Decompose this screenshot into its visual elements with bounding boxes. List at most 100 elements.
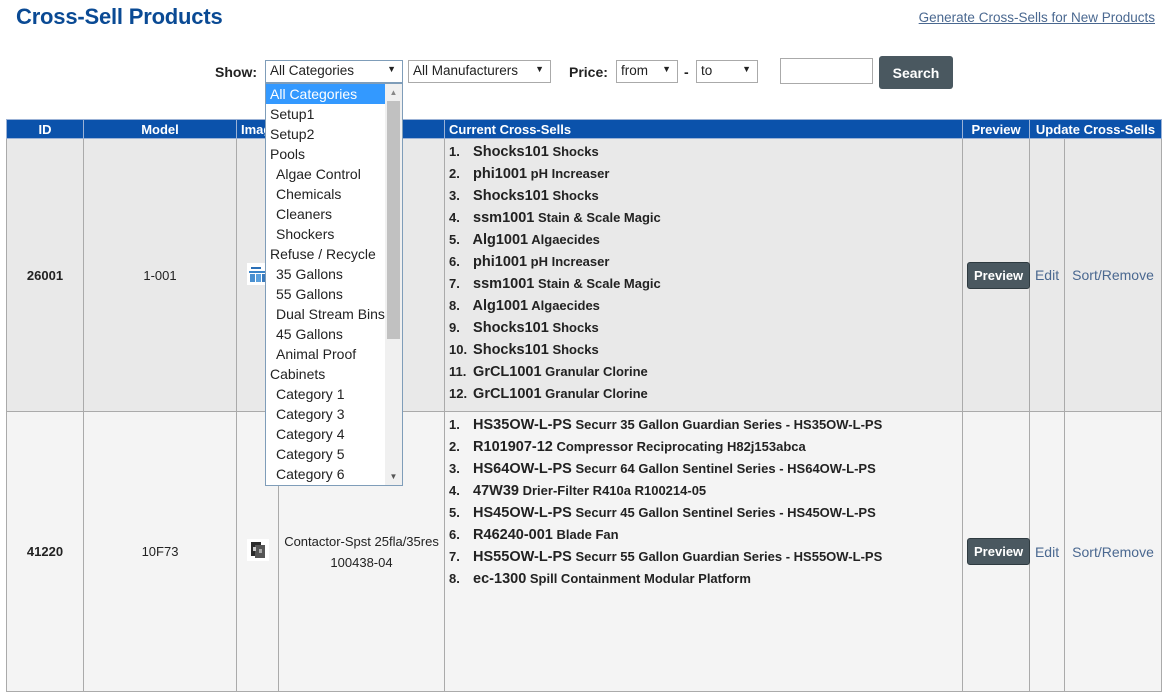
- cross-sell-model: GrCL1001: [469, 386, 542, 402]
- cross-sell-number: 6.: [449, 527, 460, 542]
- price-to-value: to: [701, 63, 713, 78]
- edit-cell: Edit: [1029, 138, 1066, 412]
- filter-bar: Show: All Categories ▼ All Manufacturers…: [0, 56, 1169, 90]
- product-name: Contactor-Spst 25fla/35res: [284, 533, 439, 549]
- manufacturer-select[interactable]: All Manufacturers ▼: [408, 60, 551, 83]
- cross-sell-name: Shocks: [548, 320, 599, 335]
- cross-sell-number: 12.: [449, 386, 468, 401]
- cross-sell-model: 47W39: [469, 483, 519, 499]
- preview-button[interactable]: Preview: [967, 261, 1031, 289]
- cross-sell-name: Securr 35 Gallon Guardian Series - HS35O…: [571, 417, 883, 432]
- cross-sell-list: 1. HS35OW-L-PS Securr 35 Gallon Guardian…: [449, 414, 958, 590]
- edit-link[interactable]: Edit: [1035, 544, 1059, 560]
- cross-sell-table: ID Model Image Current Cross-Sells Previ…: [6, 119, 1163, 692]
- scroll-down-icon[interactable]: ▼: [385, 468, 402, 485]
- cross-sell-number: 1.: [449, 144, 460, 159]
- category-option[interactable]: 55 Gallons: [266, 284, 386, 304]
- cross-sell-model: HS55OW-L-PS: [469, 549, 572, 565]
- cross-sell-number: 3.: [449, 188, 460, 203]
- cross-sell-number: 2.: [449, 166, 460, 181]
- search-button[interactable]: Search: [879, 56, 953, 89]
- cross-sell-item: 4. ssm1001 Stain & Scale Magic: [449, 207, 958, 229]
- cross-sell-model: phi1001: [469, 254, 528, 270]
- category-option[interactable]: Cleaners: [266, 204, 386, 224]
- contactor-thumbnail-icon: [246, 539, 269, 561]
- search-input[interactable]: [780, 58, 873, 84]
- product-name-sub: 100438-04: [330, 554, 393, 570]
- cross-sell-item: 5. HS45OW-L-PS Securr 45 Gallon Sentinel…: [449, 502, 958, 524]
- cross-sell-number: 8.: [449, 571, 460, 586]
- category-dropdown-list[interactable]: All Categories Setup1 Setup2 Pools Algae Con…: [265, 83, 403, 486]
- cross-sell-item: 11. GrCL1001 Granular Clorine: [449, 361, 958, 383]
- cross-sell-item: 3. Shocks101 Shocks: [449, 185, 958, 207]
- cross-sell-model: GrCL1001: [469, 364, 542, 380]
- cross-sell-model: R46240-001: [469, 527, 553, 543]
- scrollbar-thumb[interactable]: [387, 101, 400, 339]
- category-option[interactable]: Category 6: [266, 464, 386, 484]
- product-model: 10F73: [83, 411, 237, 692]
- cross-sell-item: 6. phi1001 pH Increaser: [449, 251, 958, 273]
- cross-sell-model: ssm1001: [469, 210, 535, 226]
- column-header-preview: Preview: [962, 119, 1031, 139]
- category-option[interactable]: Category 3: [266, 404, 386, 424]
- category-option[interactable]: Cabinets: [266, 364, 386, 384]
- category-option[interactable]: Chemicals: [266, 184, 386, 204]
- category-option[interactable]: Setup2: [266, 124, 386, 144]
- cross-sell-number: 10.: [449, 342, 468, 357]
- preview-cell: Preview: [962, 411, 1031, 692]
- category-option[interactable]: Category 5: [266, 444, 386, 464]
- cross-sell-name: Shocks: [548, 144, 599, 159]
- cross-sell-item: 7. ssm1001 Stain & Scale Magic: [449, 273, 958, 295]
- column-header-model: Model: [83, 119, 237, 139]
- page-title: Cross-Sell Products: [16, 4, 223, 29]
- cross-sell-name: Blade Fan: [552, 527, 619, 542]
- category-option[interactable]: Category 1: [266, 384, 386, 404]
- price-label: Price:: [569, 64, 608, 80]
- cross-sell-item: 9. Shocks101 Shocks: [449, 317, 958, 339]
- category-select[interactable]: All Categories ▼: [265, 60, 403, 83]
- sort-remove-link[interactable]: Sort/Remove: [1072, 544, 1154, 560]
- cross-sell-number: 5.: [449, 232, 460, 247]
- cross-sell-model: Shocks101: [469, 320, 549, 336]
- edit-link[interactable]: Edit: [1035, 267, 1059, 283]
- cross-sell-model: Alg1001: [469, 232, 529, 248]
- preview-button[interactable]: Preview: [967, 538, 1031, 565]
- preview-cell: Preview: [962, 138, 1031, 412]
- generate-cross-sells-link[interactable]: Generate Cross-Sells for New Products: [919, 10, 1155, 25]
- cross-sell-name: Stain & Scale Magic: [534, 210, 661, 225]
- cross-sell-model: HS64OW-L-PS: [469, 461, 572, 477]
- category-select-value: All Categories: [270, 63, 355, 78]
- cross-sell-number: 9.: [449, 320, 460, 335]
- price-to-select[interactable]: to ▼: [696, 60, 758, 83]
- category-option[interactable]: Category 4: [266, 424, 386, 444]
- table-header-row: ID Model Image Current Cross-Sells Previ…: [6, 119, 1163, 139]
- cross-sell-name: pH Increaser: [527, 254, 610, 269]
- cross-sell-name: Shocks: [548, 188, 599, 203]
- cross-sell-name: Drier-Filter R410a R100214-05: [519, 483, 707, 498]
- category-option[interactable]: Pools: [266, 144, 386, 164]
- category-option[interactable]: 35 Gallons: [266, 264, 386, 284]
- cross-sell-model: phi1001: [469, 166, 528, 182]
- cross-sell-number: 7.: [449, 549, 460, 564]
- cross-sell-item: 5. Alg1001 Algaecides: [449, 229, 958, 251]
- price-separator: -: [684, 64, 689, 80]
- column-header-id: ID: [6, 119, 84, 139]
- category-option[interactable]: All Categories: [266, 84, 386, 104]
- category-option[interactable]: Shockers: [266, 224, 386, 244]
- category-option[interactable]: Algae Control: [266, 164, 386, 184]
- category-option[interactable]: Animal Proof: [266, 344, 386, 364]
- chevron-down-icon: ▼: [742, 64, 751, 74]
- sort-remove-link[interactable]: Sort/Remove: [1072, 267, 1154, 283]
- cross-sell-item: 2. phi1001 pH Increaser: [449, 163, 958, 185]
- price-from-select[interactable]: from ▼: [616, 60, 678, 83]
- dropdown-scrollbar[interactable]: ▲ ▼: [385, 84, 402, 485]
- table-row: 26001 1-001 1. Shocks101 Shocks 2. phi100…: [6, 138, 1163, 412]
- scroll-up-icon[interactable]: ▲: [385, 84, 402, 101]
- category-option[interactable]: 45 Gallons: [266, 324, 386, 344]
- cross-sell-number: 11.: [449, 364, 467, 379]
- column-header-current-cross-sells: Current Cross-Sells: [444, 119, 964, 139]
- category-option[interactable]: Setup1: [266, 104, 386, 124]
- current-cross-sells-cell: 1. Shocks101 Shocks 2. phi1001 pH Increas…: [444, 138, 964, 412]
- category-option[interactable]: Dual Stream Bins: [266, 304, 386, 324]
- category-option[interactable]: Refuse / Recycle: [266, 244, 386, 264]
